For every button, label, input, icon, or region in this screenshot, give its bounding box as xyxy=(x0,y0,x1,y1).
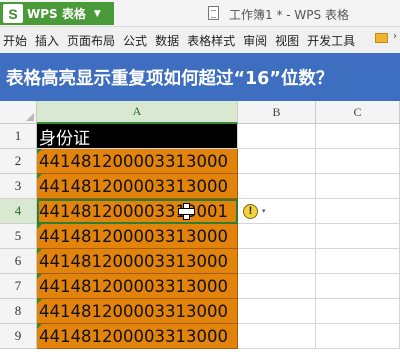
row-header-9[interactable]: 9 xyxy=(0,324,37,349)
menu-item-insert[interactable]: 插入 xyxy=(35,32,59,49)
cell-c3[interactable] xyxy=(316,174,400,199)
spreadsheet-grid: A B C 1 身份证 2 441481200003313000 3 44148… xyxy=(0,101,400,352)
cell-b6[interactable] xyxy=(238,249,316,274)
cell-c7[interactable] xyxy=(316,274,400,299)
menu-item-home[interactable]: 开始 xyxy=(3,32,27,49)
cell-c6[interactable] xyxy=(316,249,400,274)
row-header-1[interactable]: 1 xyxy=(0,124,37,149)
menu-item-data[interactable]: 数据 xyxy=(155,32,179,49)
warning-icon: ! xyxy=(243,203,258,219)
row-header-5[interactable]: 5 xyxy=(0,224,37,249)
mail-icon[interactable] xyxy=(375,33,388,43)
cell-c8[interactable] xyxy=(316,299,400,324)
select-all-corner[interactable] xyxy=(0,101,37,124)
title-bar: S WPS 表格 ▼ 工作簿1 * - WPS 表格 xyxy=(0,0,400,27)
column-header-c[interactable]: C xyxy=(316,101,400,124)
menu-item-page-layout[interactable]: 页面布局 xyxy=(67,32,115,49)
menu-item-formulas[interactable]: 公式 xyxy=(123,32,147,49)
menu-item-table-style[interactable]: 表格样式 xyxy=(187,32,235,49)
row-header-2[interactable]: 2 xyxy=(0,149,37,174)
row-header-4[interactable]: 4 xyxy=(0,199,37,224)
menu-item-view[interactable]: 视图 xyxy=(275,32,299,49)
cell-b1[interactable] xyxy=(238,124,316,149)
cell-b2[interactable] xyxy=(238,149,316,174)
menu-overflow-icon[interactable]: › xyxy=(393,31,397,42)
cell-b5[interactable] xyxy=(238,224,316,249)
app-menu-button[interactable]: S WPS 表格 ▼ xyxy=(0,2,114,25)
cell-a7[interactable]: 441481200003313000 xyxy=(37,274,238,299)
column-header-a[interactable]: A xyxy=(37,101,238,124)
cell-a6[interactable]: 441481200003313000 xyxy=(37,249,238,274)
cell-b3[interactable] xyxy=(238,174,316,199)
menu-item-developer[interactable]: 开发工具 xyxy=(307,32,355,49)
cell-b8[interactable] xyxy=(238,299,316,324)
wps-logo-icon: S xyxy=(3,4,23,23)
menu-bar: 开始 插入 页面布局 公式 数据 表格样式 审阅 视图 开发工具 xyxy=(0,27,400,53)
tutorial-banner: 表格高亮显示重复项如何超过“16”位数？ xyxy=(0,53,400,101)
row-header-8[interactable]: 8 xyxy=(0,299,37,324)
cell-a3[interactable]: 441481200003313000 xyxy=(37,174,238,199)
cell-b7[interactable] xyxy=(238,274,316,299)
row-header-7[interactable]: 7 xyxy=(0,274,37,299)
chevron-down-icon: ▼ xyxy=(93,8,101,19)
row-header-6[interactable]: 6 xyxy=(0,249,37,274)
column-header-b[interactable]: B xyxy=(238,101,316,124)
cell-select-cursor-icon xyxy=(178,203,195,220)
cell-c2[interactable] xyxy=(316,149,400,174)
cell-a8[interactable]: 441481200003313000 xyxy=(37,299,238,324)
cell-c9[interactable] xyxy=(316,324,400,349)
window-title: 工作簿1 * - WPS 表格 xyxy=(229,8,349,22)
menu-item-review[interactable]: 审阅 xyxy=(243,32,267,49)
cell-c1[interactable] xyxy=(316,124,400,149)
row-header-3[interactable]: 3 xyxy=(0,174,37,199)
app-name: WPS 表格 xyxy=(27,7,86,21)
cell-a2[interactable]: 441481200003313000 xyxy=(37,149,238,174)
cell-c4[interactable] xyxy=(316,199,400,224)
cell-a5[interactable]: 441481200003313000 xyxy=(37,224,238,249)
cell-a1[interactable]: 身份证 xyxy=(37,124,238,149)
cell-a4[interactable]: 441481200003313001 xyxy=(37,199,238,224)
cell-a9[interactable]: 441481200003313000 xyxy=(37,324,238,349)
document-icon xyxy=(208,6,219,20)
cell-c5[interactable] xyxy=(316,224,400,249)
chevron-down-icon: ▾ xyxy=(262,207,266,215)
cell-b9[interactable] xyxy=(238,324,316,349)
error-check-button[interactable]: ! ▾ xyxy=(243,203,273,219)
